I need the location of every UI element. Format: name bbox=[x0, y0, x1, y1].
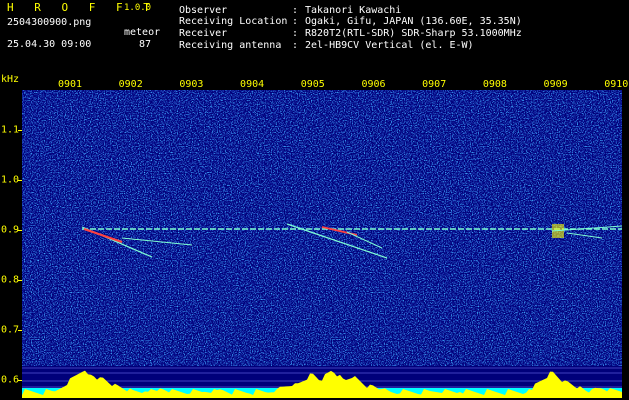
x-tick-label: 0905 bbox=[300, 79, 325, 90]
location-value: Ogaki, Gifu, JAPAN (136.60E, 35.35N) bbox=[305, 16, 522, 27]
antenna-colon: : bbox=[292, 40, 299, 51]
y-tick-label: 0.9 bbox=[1, 224, 20, 236]
observer-value: Takanori Kawachi bbox=[305, 5, 402, 16]
antenna-value: 2el-HB9CV Vertical (el. E-W) bbox=[305, 40, 474, 51]
spectrogram-waterfall bbox=[22, 90, 622, 398]
capture-datetime: 25.04.30 09:00 bbox=[7, 39, 92, 50]
receiver-colon: : bbox=[292, 28, 299, 39]
receiver-value: R820T2(RTL-SDR) SDR-Sharp 53.1000MHz bbox=[305, 28, 522, 39]
meteor-count-label: meteor bbox=[124, 27, 161, 38]
x-tick-label: 0909 bbox=[543, 79, 568, 90]
location-colon: : bbox=[292, 16, 299, 27]
x-tick-label: 0908 bbox=[482, 79, 507, 90]
receiver-label: Receiver bbox=[179, 28, 228, 39]
y-tick-label: 0.6 bbox=[1, 374, 20, 386]
antenna-label: Receiving antenna bbox=[179, 40, 282, 51]
x-tick-label: 0902 bbox=[118, 79, 143, 90]
observer-colon: : bbox=[292, 5, 299, 16]
x-tick-label: 0906 bbox=[361, 79, 386, 90]
x-tick-label: 0910 bbox=[604, 79, 629, 90]
y-tick-label: 0.8 bbox=[1, 274, 20, 286]
x-tick-label: 0907 bbox=[422, 79, 447, 90]
x-tick-label: 0903 bbox=[179, 79, 204, 90]
image-filename: 2504300900.png bbox=[7, 17, 92, 28]
location-label: Receiving Location bbox=[179, 16, 288, 27]
meteor-count-value: 87 bbox=[139, 39, 152, 50]
y-tick-label: 0.7 bbox=[1, 324, 20, 336]
y-tick-label: 1.0 bbox=[1, 174, 20, 186]
waterfall-noise bbox=[22, 90, 622, 366]
x-tick-label: 0904 bbox=[240, 79, 265, 90]
y-axis-unit: kHz bbox=[1, 74, 20, 85]
x-tick-label: 0901 bbox=[57, 79, 83, 90]
y-tick-label: 1.1 bbox=[1, 124, 20, 136]
app-version: 1.0.0 bbox=[124, 3, 152, 13]
observer-label: Observer bbox=[179, 5, 228, 16]
